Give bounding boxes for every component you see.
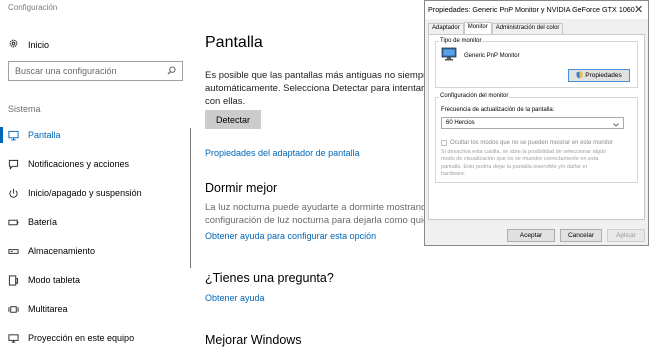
refresh-rate-label: Frecuencia de actualización de la pantal… [441,107,555,113]
search-placeholder: Buscar una configuración [15,66,117,76]
dialog-tabs: Adaptador Monitor Administración del col… [428,22,564,35]
sidebar-item-multitarea[interactable]: Multitarea [8,302,68,316]
close-icon[interactable]: ✕ [634,3,643,16]
section-label: Sistema [8,104,41,114]
tablet-icon [8,274,19,286]
app-title: Configuración [8,3,58,12]
sidebar-item-proyeccion[interactable]: Proyección en este equipo [8,331,134,345]
chevron-down-icon [613,114,619,132]
sidebar-item-almacenamiento[interactable]: Almacenamiento [8,244,95,258]
sidebar-item-label: Pantalla [28,130,61,140]
monitor-name: Generic PnP Monitor [464,53,520,59]
improve-section-title: Mejorar Windows [205,333,302,347]
search-input[interactable]: Buscar una configuración [8,61,183,81]
refresh-rate-value: 60 Hercios [446,120,475,126]
intro-line-3: con ellas. [205,96,246,107]
ok-button[interactable]: Aceptar [507,229,555,242]
sidebar-item-label: Modo tableta [28,275,81,285]
sidebar-item-notificaciones[interactable]: Notificaciones y acciones [8,157,129,171]
gear-icon [8,36,19,54]
sleep-line-2: configuración de luz nocturna para dejar… [205,215,425,226]
sidebar-item-label: Inicio/apagado y suspensión [28,188,142,198]
projection-icon [8,333,19,344]
sidebar-item-label: Notificaciones y acciones [28,159,130,169]
sidebar-item-modo-tableta[interactable]: Modo tableta [8,273,80,287]
monitor-icon [8,130,19,141]
refresh-rate-select[interactable]: 60 Hercios [441,117,624,129]
dialog-title: Propiedades: Generic PnP Monitor y NVIDI… [428,5,635,14]
active-indicator [0,127,3,143]
sleep-line-1: La luz nocturna puede ayudarte a dormirt… [205,202,425,213]
shield-icon [576,71,583,81]
monitor-properties-label: Propiedades [585,72,622,79]
storage-icon [8,246,19,257]
sidebar-item-label: Batería [28,217,58,227]
sidebar-scrollbar[interactable] [190,128,191,268]
sidebar-item-bateria[interactable]: Batería [8,215,57,229]
tab-adaptador[interactable]: Adaptador [428,23,464,34]
hide-modes-desc-line: Si desactiva esta casilla, se abre la po… [441,149,607,155]
monitor-settings-group-title: Configuración del monitor [439,93,510,99]
notification-icon [8,159,19,170]
cancel-button[interactable]: Cancelar [560,229,602,242]
detect-button[interactable]: Detectar [205,110,261,129]
sidebar-item-label: Proyección en este equipo [28,333,135,343]
monitor-type-group-title: Tipo de monitor [439,38,483,44]
intro-line-2: automáticamente. Selecciona Detectar par… [205,83,425,94]
sidebar-item-label: Almacenamiento [28,246,96,256]
hide-modes-checkbox-row[interactable]: Ocultar los modos que no se pueden mostr… [441,140,613,146]
home-nav-item[interactable]: Inicio [8,38,49,52]
intro-line-1: Es posible que las pantallas más antigua… [205,70,425,81]
sidebar-item-inicio-apagado[interactable]: Inicio/apagado y suspensión [8,186,142,200]
sidebar-item-pantalla[interactable]: Pantalla [8,128,61,142]
hide-modes-checkbox[interactable] [441,140,447,146]
help-link[interactable]: Obtener ayuda [205,293,265,303]
adapter-properties-link[interactable]: Propiedades del adaptador de pantalla [205,148,360,158]
sleep-section-title: Dormir mejor [205,181,278,195]
hide-modes-desc-line: modo de visualización que no se muestre … [441,156,599,163]
monitor-tab-panel: Tipo de monitor Generic PnP Monitor Prop… [428,34,645,220]
monitor-properties-button[interactable]: Propiedades [568,69,630,82]
page-title: Pantalla [205,34,263,51]
multitask-icon [8,304,19,315]
hide-modes-description: Si desactiva esta casilla, se abre la po… [441,149,606,179]
apply-button[interactable]: Aplicar [607,229,645,242]
properties-dialog: Propiedades: Generic PnP Monitor y NVIDI… [424,0,649,246]
sleep-help-link[interactable]: Obtener ayuda para configurar esta opció… [205,231,376,241]
monitor-icon [441,47,457,66]
hide-modes-desc-line: pantalla. Esto podría dejar la pantalla … [441,163,587,170]
hide-modes-desc-line: hardware. [441,171,466,178]
home-label: Inicio [28,40,50,50]
sidebar-item-label: Multitarea [28,304,68,314]
battery-icon [8,217,19,228]
hide-modes-label: Ocultar los modos que no se pueden mostr… [450,140,614,146]
search-icon[interactable] [167,62,176,80]
question-section-title: ¿Tienes una pregunta? [205,271,334,285]
tab-color-management[interactable]: Administración del color [491,23,564,34]
power-icon [8,188,19,199]
